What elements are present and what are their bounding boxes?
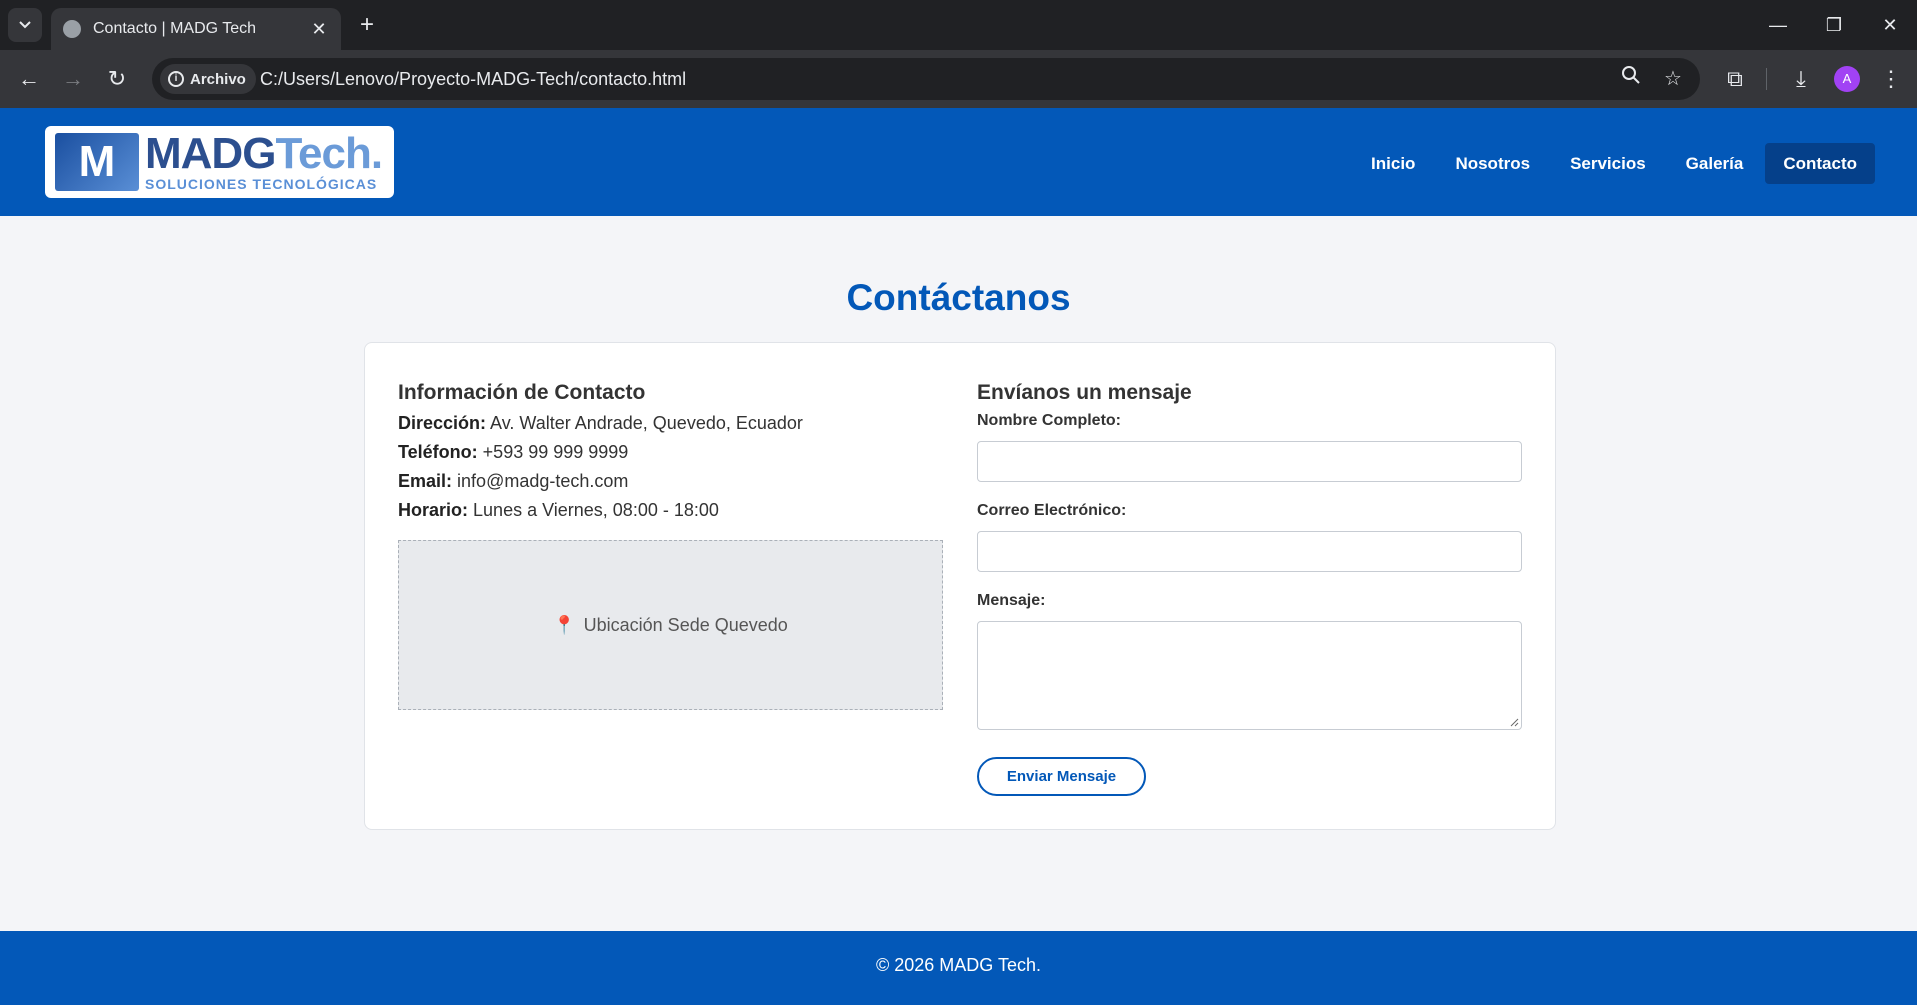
- address-bar[interactable]: i Archivo C:/Users/Lenovo/Proyecto-MADG-…: [152, 58, 1700, 100]
- email-input[interactable]: [977, 531, 1522, 572]
- chevron-down-icon: [19, 21, 31, 29]
- tab-search-button[interactable]: [8, 8, 42, 42]
- footer-copyright: © 2026 MADG Tech.: [875, 955, 1041, 975]
- info-hours: Horario: Lunes a Viernes, 08:00 - 18:00: [398, 500, 719, 520]
- zoom-icon[interactable]: [1616, 64, 1646, 94]
- info-address: Dirección: Av. Walter Andrade, Quevedo, …: [398, 413, 803, 433]
- map-placeholder: 📍 Ubicación Sede Quevedo: [398, 540, 943, 710]
- main-nav: Inicio Nosotros Servicios Galería Contac…: [1349, 143, 1875, 184]
- close-tab-icon[interactable]: ✕: [309, 19, 329, 40]
- reload-button[interactable]: ↻: [100, 62, 134, 96]
- send-message-button[interactable]: Enviar Mensaje: [977, 757, 1146, 796]
- new-tab-button[interactable]: +: [352, 10, 382, 40]
- profile-avatar[interactable]: A: [1834, 66, 1860, 92]
- message-textarea[interactable]: [977, 621, 1522, 730]
- nav-item-galeria[interactable]: Galería: [1668, 143, 1762, 184]
- browser-toolbar: ← → ↻ i Archivo C:/Users/Lenovo/Proyecto…: [0, 50, 1917, 108]
- map-pin-icon: 📍: [553, 614, 576, 635]
- logo-mark-icon: M: [55, 133, 139, 191]
- forward-button[interactable]: →: [56, 62, 90, 96]
- info-icon: i: [168, 71, 184, 87]
- site-info-chip[interactable]: i Archivo: [160, 64, 256, 94]
- close-window-button[interactable]: ✕: [1862, 0, 1917, 50]
- name-input[interactable]: [977, 441, 1522, 482]
- email-label: Correo Electrónico:: [977, 502, 1127, 519]
- url-text[interactable]: C:/Users/Lenovo/Proyecto-MADG-Tech/conta…: [260, 58, 686, 100]
- bookmark-star-icon[interactable]: ☆: [1658, 64, 1688, 94]
- toolbar-separator: [1766, 68, 1767, 90]
- message-label: Mensaje:: [977, 592, 1046, 609]
- menu-kebab-icon[interactable]: ⋮: [1874, 62, 1908, 96]
- form-heading: Envíanos un mensaje: [977, 381, 1192, 404]
- site-footer: © 2026 MADG Tech.: [0, 931, 1917, 1006]
- info-phone: Teléfono: +593 99 999 9999: [398, 442, 629, 462]
- nav-item-contacto[interactable]: Contacto: [1765, 143, 1875, 184]
- download-icon[interactable]: ⤓: [1784, 62, 1818, 96]
- logo-tagline: SOLUCIONES TECNOLÓGICAS: [145, 176, 378, 192]
- name-label: Nombre Completo:: [977, 412, 1121, 429]
- logo-name: MADGTech.: [145, 129, 383, 178]
- nav-item-servicios[interactable]: Servicios: [1552, 143, 1664, 184]
- nav-item-nosotros[interactable]: Nosotros: [1437, 143, 1548, 184]
- restore-button[interactable]: ❐: [1806, 0, 1862, 50]
- browser-tab[interactable]: Contacto | MADG Tech ✕: [51, 8, 341, 50]
- extensions-icon[interactable]: ⧉: [1718, 62, 1752, 96]
- info-email: Email: info@madg-tech.com: [398, 471, 629, 491]
- browser-tab-bar: Contacto | MADG Tech ✕ + — ❐ ✕: [0, 0, 1917, 50]
- nav-item-inicio[interactable]: Inicio: [1353, 143, 1433, 184]
- resize-handle-icon[interactable]: [1509, 717, 1519, 727]
- map-label: Ubicación Sede Quevedo: [583, 614, 788, 635]
- page-title: Contáctanos: [846, 277, 1071, 318]
- tab-title: Contacto | MADG Tech: [93, 20, 257, 37]
- minimize-button[interactable]: —: [1750, 0, 1806, 50]
- back-button[interactable]: ←: [12, 62, 46, 96]
- contact-info-heading: Información de Contacto: [398, 381, 646, 404]
- site-info-label: Archivo: [190, 70, 246, 88]
- globe-icon: [63, 20, 81, 38]
- site-logo[interactable]: M MADGTech. SOLUCIONES TECNOLÓGICAS: [45, 126, 394, 198]
